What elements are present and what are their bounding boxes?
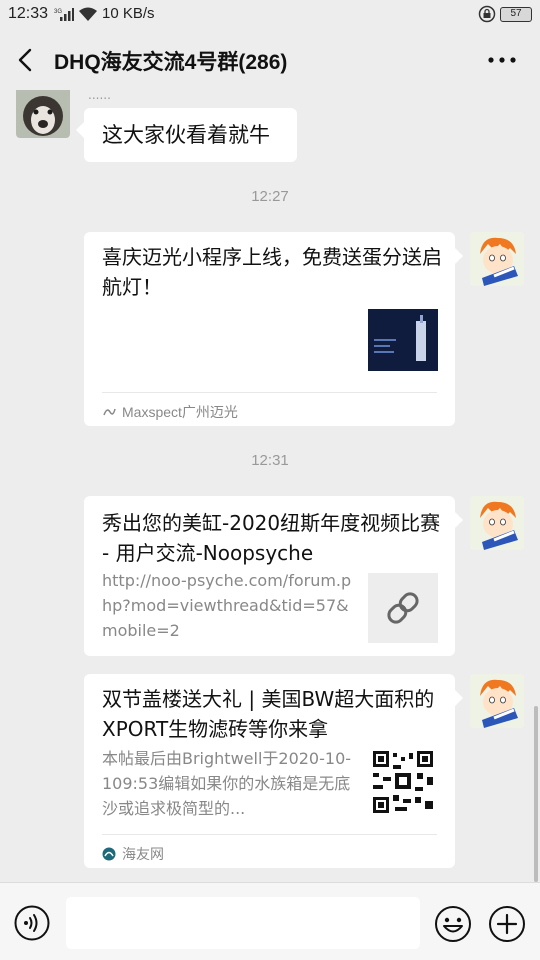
- cartoon-avatar-image: [470, 496, 524, 550]
- card-title: 秀出您的美缸-2020纽斯年度视频比赛 - 用户交流-Noopsyche: [102, 511, 441, 565]
- timestamp: 12:31: [251, 452, 289, 469]
- sender-name: ......: [88, 90, 111, 102]
- card-source-name: Maxspect广州迈光: [122, 404, 238, 420]
- my-avatar[interactable]: [470, 496, 524, 550]
- dog-avatar-image: [16, 90, 70, 138]
- link-card-haiyouwang[interactable]: 双节盖楼送大礼 | 美国BW超大面积的XPORT生物滤砖等你来拿 本帖最后由Br…: [84, 674, 463, 868]
- svg-text:3G: 3G: [54, 9, 62, 15]
- chat-header: DHQ海友交流4号群(286): [0, 30, 540, 90]
- plus-icon[interactable]: [488, 905, 526, 943]
- status-bar: 12:33 3G 10 KB/s 57: [0, 0, 540, 30]
- link-card-noopsyche[interactable]: 秀出您的美缸-2020纽斯年度视频比赛 - 用户交流-Noopsyche htt…: [84, 496, 463, 656]
- card-description: http://noo-psyche.com/forum.php?mod=view…: [102, 571, 352, 640]
- card-source: Maxspect广州迈光: [102, 402, 238, 422]
- cartoon-avatar-image: [470, 232, 524, 286]
- chat-title: DHQ海友交流4号群(286): [54, 51, 288, 74]
- message-input[interactable]: [66, 897, 420, 949]
- more-options-icon[interactable]: [486, 50, 518, 70]
- link-icon: [387, 592, 419, 624]
- timestamp: 12:27: [251, 188, 289, 205]
- battery-indicator: 57: [500, 7, 532, 22]
- card-source-name: 海友网: [122, 846, 164, 862]
- card-thumbnail: [368, 309, 438, 371]
- screen-lock-icon: [478, 5, 496, 23]
- message-text: 这大家伙看着就牛: [102, 123, 270, 147]
- card-title: 喜庆迈光小程序上线，免费送蛋分送启航灯！: [102, 245, 442, 299]
- site-logo-icon: [102, 847, 116, 861]
- back-arrow-icon[interactable]: [12, 46, 40, 74]
- card-description: 本帖最后由Brightwell于2020-10-109:53编辑如果你的水族箱是…: [102, 749, 352, 818]
- chat-message-list[interactable]: ...... 这大家伙看着就牛 12:27 喜庆迈光小程序上线，免费送蛋分送启航…: [0, 90, 540, 882]
- mini-program-icon: [103, 408, 116, 416]
- card-divider: [102, 392, 437, 393]
- qr-code-thumbnail: [368, 751, 438, 813]
- cellular-signal-icon: 3G: [54, 8, 74, 21]
- voice-input-icon[interactable]: [14, 905, 50, 941]
- message-bubble-text[interactable]: 这大家伙看着就牛: [76, 108, 297, 162]
- cartoon-avatar-image: [470, 674, 524, 728]
- card-divider: [102, 834, 437, 835]
- card-title: 双节盖楼送大礼 | 美国BW超大面积的XPORT生物滤砖等你来拿: [102, 687, 435, 741]
- status-time: 12:33: [8, 5, 49, 22]
- wifi-icon: [79, 7, 97, 21]
- my-avatar[interactable]: [470, 674, 524, 728]
- link-thumbnail: [368, 573, 438, 643]
- scrollbar[interactable]: [534, 706, 538, 882]
- network-speed: 10 KB/s: [102, 5, 155, 22]
- link-card-maxspect[interactable]: 喜庆迈光小程序上线，免费送蛋分送启航灯！ Maxspect广州迈光: [84, 232, 463, 426]
- sender-avatar-dog[interactable]: [16, 90, 70, 138]
- my-avatar[interactable]: [470, 232, 524, 286]
- emoji-icon[interactable]: [434, 905, 472, 943]
- chat-input-bar: [0, 882, 540, 960]
- card-source: 海友网: [102, 844, 164, 864]
